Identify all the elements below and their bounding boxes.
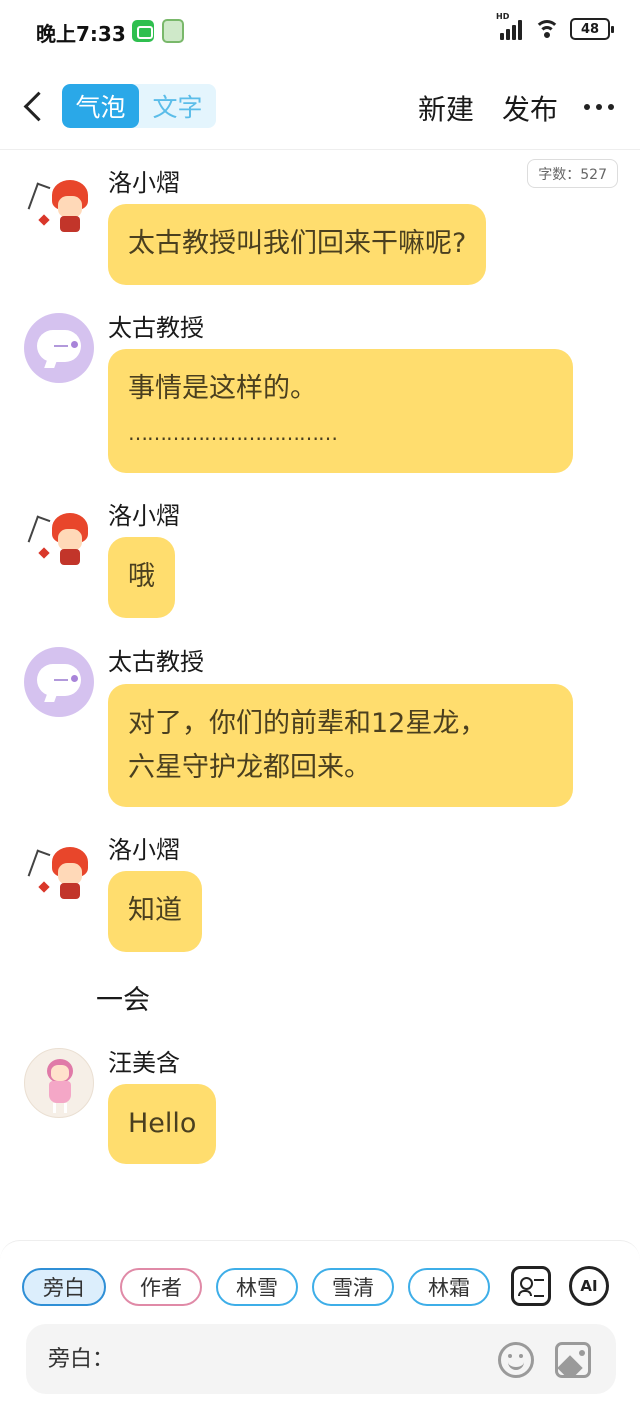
message-text: 六星守护龙都回来。 — [128, 752, 371, 783]
status-bar: 晚上7:33 HD 48 — [0, 0, 640, 62]
sender-name: 汪美含 — [108, 1049, 180, 1077]
sender-name: 太古教授 — [108, 314, 204, 342]
message-bubble[interactable]: 太古教授叫我们回来干嘛呢? — [108, 204, 487, 285]
new-button[interactable]: 新建 — [418, 88, 474, 128]
sender-name: 洛小熠 — [108, 836, 180, 864]
status-indicators: HD 48 — [496, 12, 614, 40]
sender-name: 洛小熠 — [108, 169, 180, 197]
app-notification-icon — [162, 19, 184, 43]
narration-text[interactable]: 一会 — [96, 978, 150, 1017]
battery-level: 48 — [580, 21, 600, 37]
ai-icon[interactable]: AI — [569, 1266, 609, 1306]
role-chip-lin-xue[interactable]: 林雪 — [216, 1268, 298, 1306]
message-bubble[interactable]: 事情是这样的。 …………………………… — [108, 349, 573, 473]
more-options-icon[interactable] — [584, 104, 614, 110]
back-arrow-icon[interactable] — [14, 84, 54, 128]
status-time: 晚上7:33 — [36, 22, 126, 46]
message-text: 哦 — [128, 561, 155, 592]
app-header: 气泡 文字 新建 发布 — [0, 62, 640, 150]
avatar[interactable] — [24, 647, 94, 717]
role-chip-xue-qing[interactable]: 雪清 — [312, 1268, 394, 1306]
message-input[interactable] — [48, 1324, 488, 1394]
message-text: 对了，你们的前辈和12星龙， — [128, 708, 487, 739]
message-text: …………………………… — [128, 421, 338, 445]
image-icon[interactable] — [555, 1342, 591, 1378]
wifi-icon — [534, 18, 560, 40]
contact-card-icon[interactable] — [511, 1266, 551, 1306]
network-label: HD — [496, 12, 510, 21]
publish-button[interactable]: 发布 — [502, 88, 558, 128]
role-chip-lin-shuang[interactable]: 林霜 — [408, 1268, 490, 1306]
wechat-notification-icon — [132, 20, 154, 42]
message-bubble[interactable]: 知道 — [108, 871, 202, 952]
role-chip-narrator[interactable]: 旁白 — [22, 1268, 106, 1306]
sender-name: 太古教授 — [108, 648, 204, 676]
message-bubble[interactable]: Hello — [108, 1084, 217, 1164]
avatar[interactable] — [24, 503, 94, 573]
message-input-box — [26, 1324, 616, 1394]
sender-name: 洛小熠 — [108, 502, 180, 530]
signal-icon: HD — [496, 12, 524, 40]
message-text: Hello — [128, 1108, 197, 1139]
message-bubble[interactable]: 对了，你们的前辈和12星龙， 六星守护龙都回来。 — [108, 684, 573, 807]
tab-bubble[interactable]: 气泡 — [62, 84, 139, 128]
avatar[interactable] — [24, 1048, 94, 1118]
word-count-badge: 字数：527 — [527, 159, 618, 188]
avatar[interactable] — [24, 837, 94, 907]
avatar[interactable] — [24, 313, 94, 383]
message-text: 太古教授叫我们回来干嘛呢? — [128, 228, 467, 259]
avatar[interactable] — [24, 170, 94, 240]
battery-icon: 48 — [570, 18, 614, 40]
tab-text[interactable]: 文字 — [139, 84, 216, 128]
emoji-icon[interactable] — [498, 1342, 534, 1378]
message-text: 事情是这样的。 — [128, 373, 317, 404]
message-text: 知道 — [128, 895, 182, 926]
role-chip-author[interactable]: 作者 — [120, 1268, 202, 1306]
message-bubble[interactable]: 哦 — [108, 537, 175, 618]
mode-toggle: 气泡 文字 — [62, 84, 216, 128]
